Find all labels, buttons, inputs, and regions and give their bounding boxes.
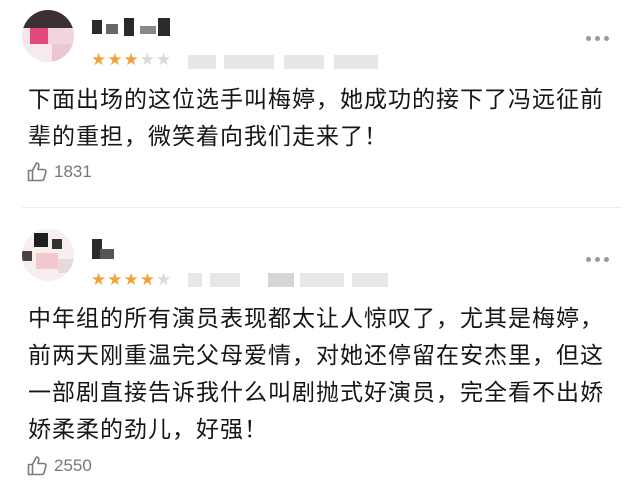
star-filled-icon: ★ <box>107 270 123 290</box>
thumbs-up-icon <box>27 162 47 182</box>
star-rating: ★ ★ ★ ★ ★ <box>91 52 171 69</box>
avatar[interactable] <box>22 229 74 281</box>
star-empty-icon: ★ <box>156 50 172 70</box>
divider <box>22 207 622 208</box>
avatar[interactable] <box>22 10 74 62</box>
thumbs-up-icon <box>27 456 47 476</box>
review-text: 中年组的所有演员表现都太让人惊叹了，尤其是梅婷，前两天刚重温完父母爱情，对她还停… <box>28 306 604 443</box>
star-filled-icon: ★ <box>91 270 107 290</box>
star-filled-icon: ★ <box>123 270 139 290</box>
like-count: 1831 <box>54 162 92 181</box>
more-options-icon[interactable] <box>586 257 609 262</box>
star-rating: ★ ★ ★ ★ ★ <box>91 272 171 289</box>
like-button[interactable]: 1831 <box>26 160 92 184</box>
review-meta-blurred <box>188 55 378 69</box>
review-text: 下面出场的这位选手叫梅婷，她成功的接下了冯远征前辈的重担，微笑着向我们走来了！ <box>28 87 604 150</box>
star-empty-icon: ★ <box>156 270 172 290</box>
star-filled-icon: ★ <box>139 270 155 290</box>
review-card: ★ ★ ★ ★ ★ 下面出场的这位选手叫梅婷，她成功的接下了冯远征前辈的重担，微笑着向我… <box>0 0 640 207</box>
review-card: ★ ★ ★ ★ ★ 中年组的所有演员表现都太让人惊叹了，尤其是梅婷，前两天刚重温完父母爱… <box>0 209 640 500</box>
review-meta-blurred <box>188 273 388 287</box>
star-filled-icon: ★ <box>123 50 139 70</box>
like-button[interactable]: 2550 <box>26 454 92 478</box>
like-count: 2550 <box>54 456 92 475</box>
star-empty-icon: ★ <box>139 50 155 70</box>
star-filled-icon: ★ <box>107 50 123 70</box>
more-options-icon[interactable] <box>586 36 609 41</box>
star-filled-icon: ★ <box>91 50 107 70</box>
